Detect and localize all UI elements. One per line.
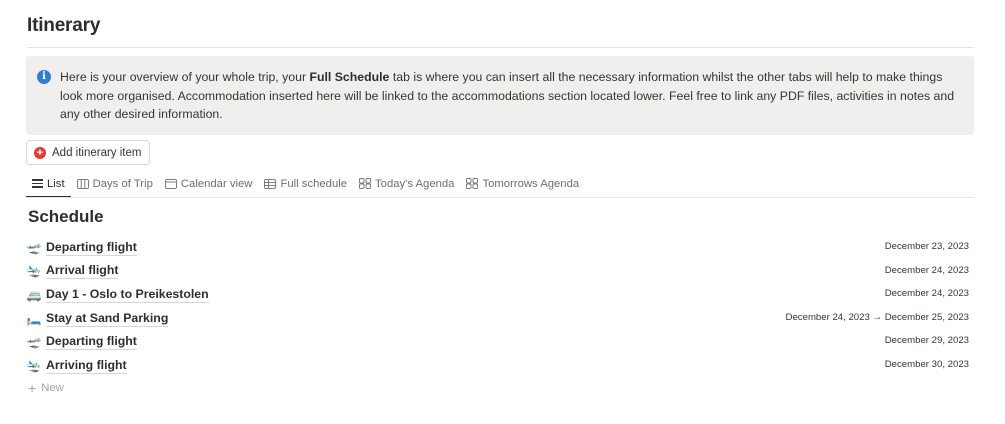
arrival-plane-icon: 🛬 — [26, 358, 42, 373]
plus-icon: + — [28, 380, 37, 396]
tab-label: Tomorrows Agenda — [482, 177, 580, 190]
board-icon — [76, 178, 89, 189]
list-icon — [32, 179, 43, 188]
page-title: Itinerary — [27, 15, 101, 36]
callout-text: Here is your overview of your whole trip… — [60, 68, 960, 124]
add-itinerary-item-label: Add itinerary item — [52, 146, 142, 159]
item-title[interactable]: Stay at Sand Parking — [46, 311, 169, 327]
new-item-button[interactable]: + New — [28, 380, 64, 396]
calendar-icon — [164, 178, 177, 189]
departure-plane-icon: 🛫 — [26, 335, 42, 350]
tab-tomorrows-agenda[interactable]: Tomorrows Agenda — [460, 174, 585, 193]
page: Itinerary i Here is your overview of you… — [0, 0, 1005, 424]
info-icon: i — [37, 70, 51, 84]
tab-label: Full schedule — [280, 177, 348, 190]
tab-todays-agenda[interactable]: Today's Agenda — [353, 174, 460, 193]
item-title[interactable]: Departing flight — [46, 334, 137, 351]
item-date: December 24, 2023 — [884, 264, 969, 276]
tab-days-of-trip[interactable]: Days of Trip — [71, 174, 159, 193]
departure-plane-icon: 🛫 — [26, 240, 42, 255]
tab-full-schedule[interactable]: Full schedule — [258, 174, 353, 193]
item-title[interactable]: Day 1 - Oslo to Preikestolen — [46, 287, 209, 303]
item-title[interactable]: Arriving flight — [46, 358, 127, 374]
tab-label: Calendar view — [180, 177, 253, 190]
list-item[interactable]: 🛬 Arrival flight December 24, 2023 — [26, 260, 969, 284]
tab-label: Today's Agenda — [375, 177, 455, 190]
tab-label: List — [47, 177, 65, 190]
plus-circle-icon: + — [34, 146, 46, 159]
list-item[interactable]: 🛫 Departing flight December 29, 2023 — [26, 330, 969, 354]
item-date: December 23, 2023 — [884, 241, 969, 252]
list-item[interactable]: 🛫 Departing flight December 23, 2023 — [26, 236, 969, 260]
arrival-plane-icon: 🛬 — [26, 264, 42, 279]
callout-text-part: Here is your overview of your whole trip… — [60, 70, 310, 84]
tab-calendar-view[interactable]: Calendar view — [159, 174, 259, 193]
add-itinerary-item-button[interactable]: + Add itinerary item — [26, 140, 151, 165]
van-icon: 🚐 — [26, 287, 42, 302]
bed-icon: 🛏️ — [26, 311, 42, 326]
tabs-divider — [26, 197, 974, 198]
list-item[interactable]: 🚐 Day 1 - Oslo to Preikestolen December … — [26, 283, 969, 307]
list-item[interactable]: 🛏️ Stay at Sand Parking December 24, 202… — [26, 307, 969, 331]
tab-list[interactable]: List — [26, 174, 71, 198]
item-date: December 24, 2023 → December 25, 2023 — [785, 311, 969, 323]
title-divider — [27, 47, 974, 48]
view-tabs: List Days of Trip Calendar view Full sch… — [26, 174, 585, 198]
new-item-label: New — [41, 382, 64, 394]
item-date: December 29, 2023 — [884, 335, 969, 347]
table-icon — [264, 178, 277, 189]
tab-label: Days of Trip — [92, 177, 153, 190]
schedule-list: 🛫 Departing flight December 23, 2023 🛬 A… — [26, 236, 969, 378]
schedule-heading: Schedule — [28, 207, 104, 226]
item-date: December 30, 2023 — [884, 358, 969, 370]
gallery-icon — [359, 178, 372, 189]
item-title[interactable]: Departing flight — [46, 240, 137, 256]
gallery-icon — [466, 178, 479, 189]
item-title[interactable]: Arrival flight — [46, 263, 119, 280]
list-item[interactable]: 🛬 Arriving flight December 30, 2023 — [26, 354, 969, 378]
info-callout: i Here is your overview of your whole tr… — [26, 56, 974, 135]
item-date: December 24, 2023 — [884, 288, 969, 300]
callout-full-schedule-link: Full Schedule — [309, 70, 390, 84]
